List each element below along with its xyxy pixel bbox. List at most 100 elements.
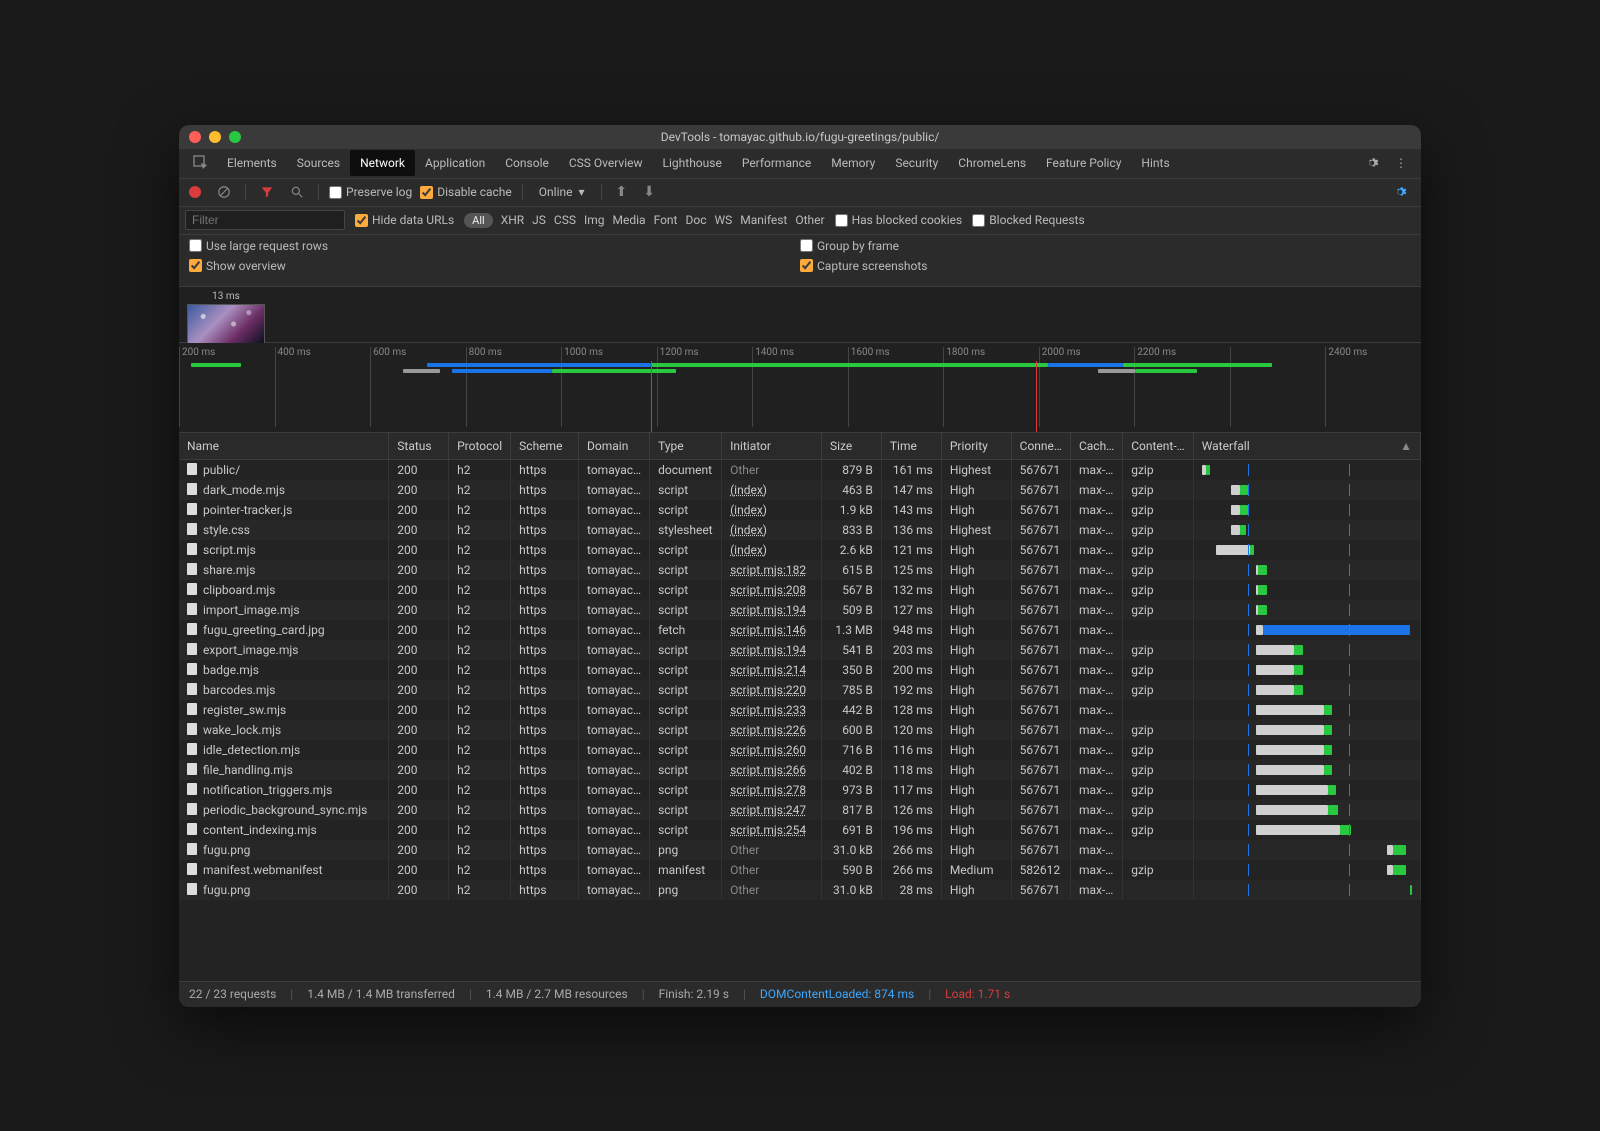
initiator-link[interactable]: script.mjs:247 [730,803,806,817]
throttling-dropdown[interactable]: Online ▾ [533,183,591,201]
settings-gear-icon[interactable] [1357,152,1387,174]
timeline-overview[interactable]: 200 ms400 ms600 ms800 ms1000 ms1200 ms14… [179,343,1421,433]
table-row[interactable]: wake_lock.mjs200h2httpstomayac…scriptscr… [179,720,1421,740]
filter-type-manifest[interactable]: Manifest [740,213,787,227]
initiator-link[interactable]: script.mjs:194 [730,603,806,617]
column-header[interactable]: Content-… [1123,433,1193,460]
table-row[interactable]: register_sw.mjs200h2httpstomayac…scripts… [179,700,1421,720]
filter-input[interactable] [185,210,345,230]
disable-cache-checkbox[interactable]: Disable cache [420,185,512,199]
column-header[interactable]: Type [650,433,722,460]
filter-type-media[interactable]: Media [613,213,646,227]
table-row[interactable]: fugu.png200h2httpstomayac…pngOther31.0 k… [179,880,1421,900]
column-header[interactable]: Waterfall▲ [1193,433,1420,460]
table-row[interactable]: import_image.mjs200h2httpstomayac…script… [179,600,1421,620]
table-row[interactable]: public/200h2httpstomayac…documentOther87… [179,459,1421,480]
initiator-link[interactable]: script.mjs:146 [730,623,806,637]
tab-network[interactable]: Network [350,150,415,176]
tab-css-overview[interactable]: CSS Overview [559,150,653,176]
initiator-link[interactable]: script.mjs:194 [730,643,806,657]
tab-performance[interactable]: Performance [732,150,821,176]
tab-application[interactable]: Application [415,150,495,176]
table-row[interactable]: manifest.webmanifest200h2httpstomayac…ma… [179,860,1421,880]
column-header[interactable]: Initiator [722,433,822,460]
more-menu-icon[interactable]: ⋮ [1387,152,1415,174]
table-row[interactable]: content_indexing.mjs200h2httpstomayac…sc… [179,820,1421,840]
initiator-link[interactable]: script.mjs:182 [730,563,806,577]
blocked-requests-checkbox[interactable]: Blocked Requests [972,213,1084,227]
tab-elements[interactable]: Elements [217,150,287,176]
tab-console[interactable]: Console [495,150,559,176]
column-header[interactable]: Protocol [449,433,511,460]
column-header[interactable]: Size [821,433,881,460]
tab-hints[interactable]: Hints [1131,150,1179,176]
table-row[interactable]: notification_triggers.mjs200h2httpstomay… [179,780,1421,800]
initiator-link[interactable]: script.mjs:226 [730,723,806,737]
filter-icon[interactable] [256,183,278,201]
hide-data-urls-checkbox[interactable]: Hide data URLs [355,213,454,227]
table-row[interactable]: dark_mode.mjs200h2httpstomayac…script(in… [179,480,1421,500]
initiator-link[interactable]: (index) [730,503,767,517]
filter-type-img[interactable]: Img [584,213,605,227]
table-row[interactable]: file_handling.mjs200h2httpstomayac…scrip… [179,760,1421,780]
column-header[interactable]: Status [389,433,449,460]
search-icon[interactable] [286,183,308,201]
initiator-link[interactable]: script.mjs:233 [730,703,806,717]
initiator-link[interactable]: script.mjs:208 [730,583,806,597]
filter-type-doc[interactable]: Doc [685,213,706,227]
has-blocked-cookies-checkbox[interactable]: Has blocked cookies [835,213,963,227]
record-button[interactable] [185,184,205,200]
network-settings-gear-icon[interactable] [1385,181,1415,203]
initiator-link[interactable]: (index) [730,483,767,497]
initiator-link[interactable]: script.mjs:254 [730,823,806,837]
show-overview-checkbox[interactable]: Show overview [189,259,800,273]
export-har-icon[interactable]: ⬇ [639,182,659,202]
filter-type-other[interactable]: Other [795,213,824,227]
column-header[interactable]: Time [881,433,941,460]
table-row[interactable]: periodic_background_sync.mjs200h2httpsto… [179,800,1421,820]
initiator-link[interactable]: script.mjs:266 [730,763,806,777]
table-row[interactable]: fugu_greeting_card.jpg200h2httpstomayac…… [179,620,1421,640]
table-row[interactable]: fugu.png200h2httpstomayac…pngOther31.0 k… [179,840,1421,860]
preserve-log-checkbox[interactable]: Preserve log [329,185,412,199]
table-row[interactable]: barcodes.mjs200h2httpstomayac…scriptscri… [179,680,1421,700]
initiator-link[interactable]: script.mjs:260 [730,743,806,757]
filter-type-js[interactable]: JS [532,213,546,227]
column-header[interactable]: Conne… [1011,433,1070,460]
initiator-link[interactable]: script.mjs:220 [730,683,806,697]
tab-chromelens[interactable]: ChromeLens [948,150,1036,176]
import-har-icon[interactable]: ⬆ [612,182,632,202]
filter-type-font[interactable]: Font [654,213,678,227]
table-row[interactable]: clipboard.mjs200h2httpstomayac…scriptscr… [179,580,1421,600]
group-by-frame-checkbox[interactable]: Group by frame [800,239,1411,253]
screenshot-thumbnail[interactable] [187,304,265,344]
filter-type-all[interactable]: All [464,213,493,228]
initiator-link[interactable]: (index) [730,523,767,537]
column-header[interactable]: Name [179,433,389,460]
clear-button[interactable] [213,183,235,201]
capture-screenshots-checkbox[interactable]: Capture screenshots [800,259,1411,273]
initiator-link[interactable]: script.mjs:214 [730,663,806,677]
column-header[interactable]: Priority [941,433,1011,460]
table-row[interactable]: share.mjs200h2httpstomayac…scriptscript.… [179,560,1421,580]
filter-type-ws[interactable]: WS [714,213,732,227]
table-row[interactable]: export_image.mjs200h2httpstomayac…script… [179,640,1421,660]
column-header[interactable]: Cach… [1070,433,1122,460]
filter-type-xhr[interactable]: XHR [501,213,524,227]
tab-lighthouse[interactable]: Lighthouse [653,150,732,176]
tab-memory[interactable]: Memory [821,150,885,176]
column-header[interactable]: Domain [579,433,650,460]
column-header[interactable]: Scheme [511,433,579,460]
table-row[interactable]: style.css200h2httpstomayac…stylesheet(in… [179,520,1421,540]
initiator-link[interactable]: script.mjs:278 [730,783,806,797]
table-row[interactable]: pointer-tracker.js200h2httpstomayac…scri… [179,500,1421,520]
large-rows-checkbox[interactable]: Use large request rows [189,239,800,253]
tab-security[interactable]: Security [885,150,948,176]
table-row[interactable]: script.mjs200h2httpstomayac…script(index… [179,540,1421,560]
tab-feature-policy[interactable]: Feature Policy [1036,150,1131,176]
filter-type-css[interactable]: CSS [554,213,576,227]
table-row[interactable]: idle_detection.mjs200h2httpstomayac…scri… [179,740,1421,760]
tab-sources[interactable]: Sources [287,150,350,176]
inspect-element-icon[interactable] [185,151,217,175]
table-row[interactable]: badge.mjs200h2httpstomayac…scriptscript.… [179,660,1421,680]
